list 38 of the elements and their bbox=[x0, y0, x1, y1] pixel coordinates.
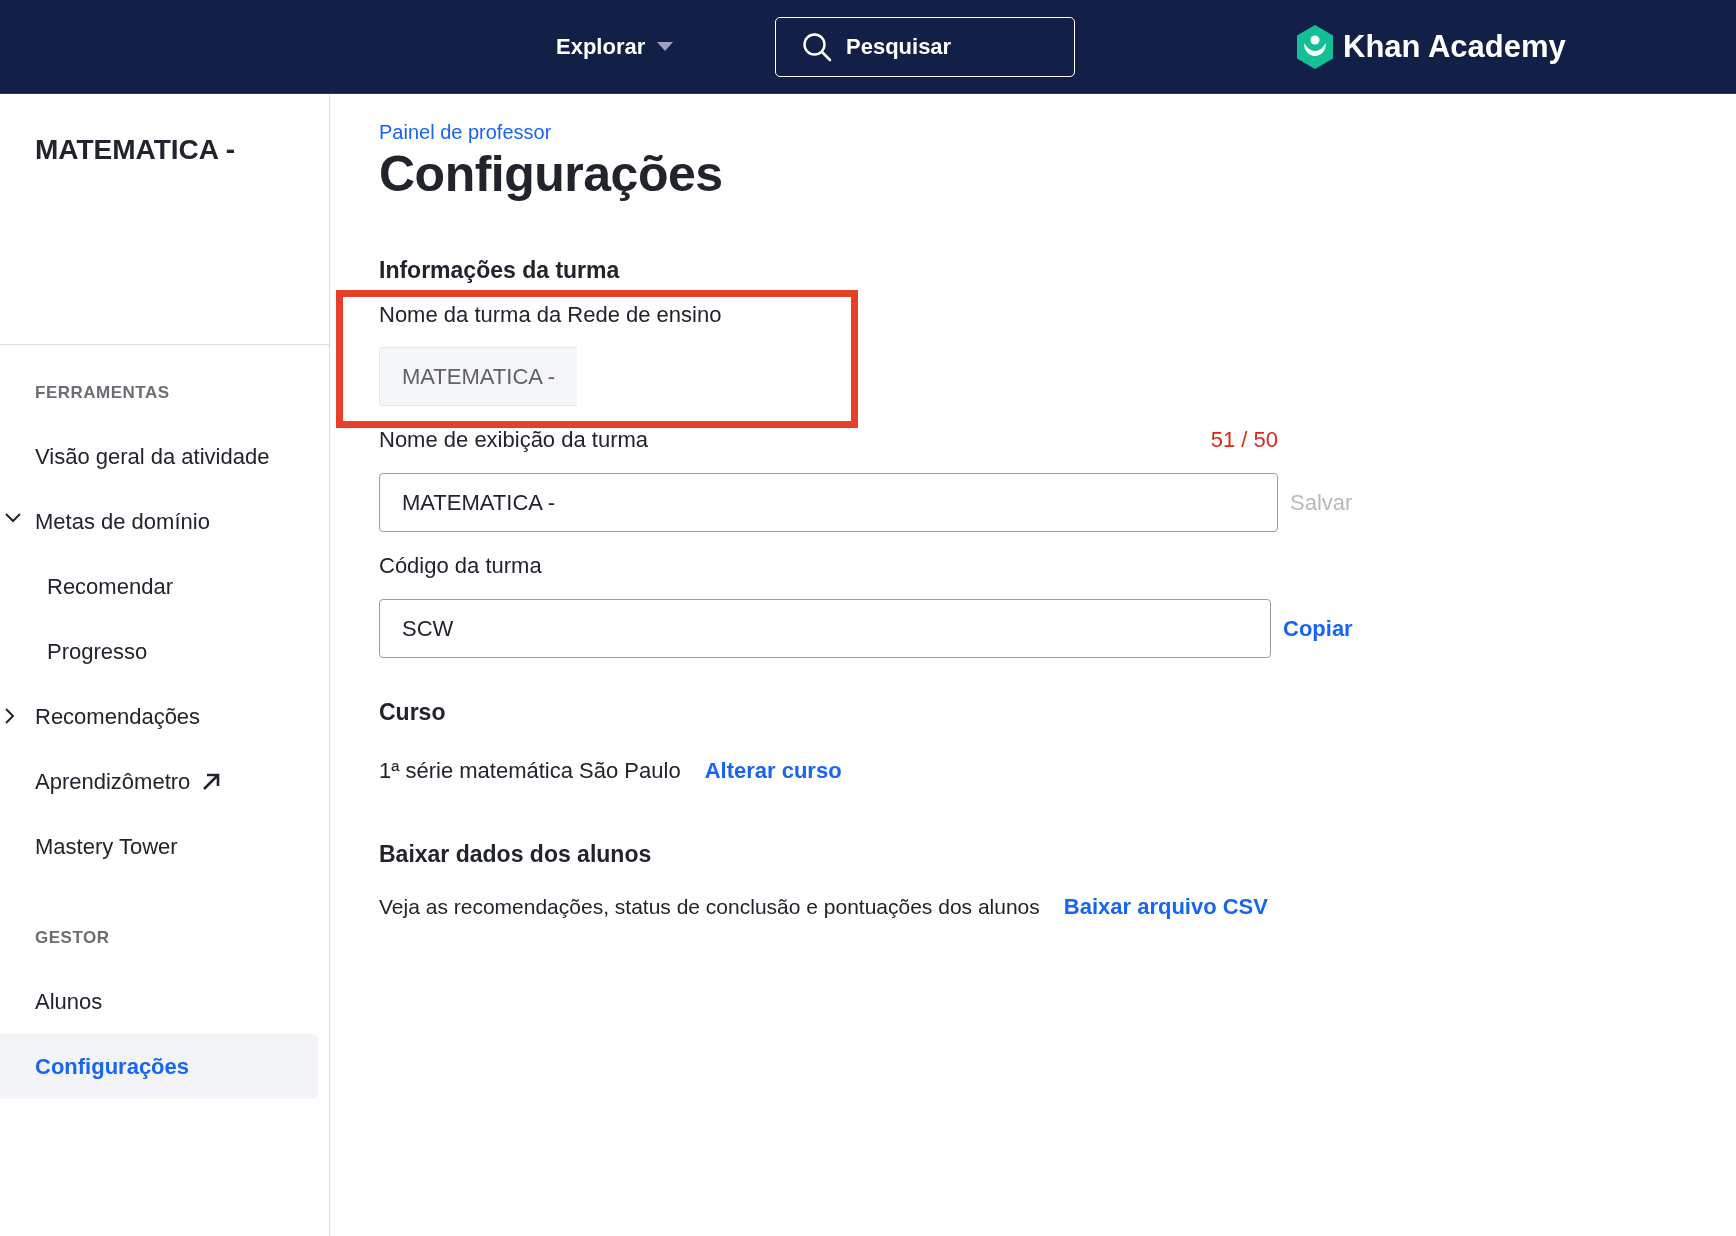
logo[interactable]: Khan Academy bbox=[1295, 24, 1566, 69]
section-description: Veja as recomendações, status de conclusão e pontuações dos alunos bbox=[379, 894, 1040, 920]
download-csv-link[interactable]: Baixar arquivo CSV bbox=[1063, 894, 1268, 920]
breadcrumb-link[interactable]: Painel de professor bbox=[379, 120, 552, 144]
field-label: Nome da turma da Rede de ensino bbox=[379, 302, 722, 328]
change-course-link[interactable]: Alterar curso bbox=[704, 758, 842, 784]
sidebar-subitem[interactable]: Recomendar bbox=[0, 554, 318, 619]
input-field[interactable]: SCW bbox=[379, 599, 1271, 658]
caret-down-icon bbox=[657, 42, 674, 51]
character-counter: 51 / 50 bbox=[1210, 427, 1278, 453]
search-field[interactable]: Pesquisar bbox=[775, 16, 1075, 77]
sidebar-item[interactable]: Configurações bbox=[0, 1034, 318, 1099]
section-heading: FERRAMENTAS bbox=[35, 383, 171, 403]
sidebar-subitem[interactable]: Progresso bbox=[0, 619, 318, 684]
copy-button[interactable]: Copiar bbox=[1283, 615, 1353, 642]
explore-menu-button[interactable]: Explorar bbox=[556, 33, 775, 60]
field-label: Código da turma bbox=[379, 553, 542, 579]
sidebar-item[interactable]: Visão geral da atividade bbox=[0, 424, 318, 489]
field-label: Nome de exibição da turma bbox=[379, 427, 649, 453]
section-heading: Curso bbox=[379, 698, 446, 726]
sidebar-item[interactable]: Aprendizômetro bbox=[0, 749, 318, 814]
section-heading: Baixar dados dos alunos bbox=[379, 840, 652, 868]
leaf-hexagon-icon bbox=[1295, 24, 1335, 69]
sidebar-item[interactable]: Alunos bbox=[0, 969, 318, 1034]
sidebar-item[interactable]: Recomendações bbox=[0, 684, 318, 749]
sidebar-item[interactable]: Metas de domínio bbox=[0, 489, 318, 554]
section-heading: Informações da turma bbox=[379, 256, 620, 284]
external-arrow-icon bbox=[202, 772, 221, 791]
input-field: MATEMATICA - bbox=[379, 347, 578, 406]
input-field[interactable]: MATEMATICA - bbox=[379, 473, 1278, 532]
chevron-right-icon bbox=[5, 708, 15, 724]
sidebar-item[interactable]: Mastery Tower bbox=[0, 814, 318, 879]
course-name: 1ª série matemática São Paulo bbox=[379, 758, 681, 784]
section-heading: GESTOR bbox=[35, 928, 111, 948]
search-icon bbox=[802, 31, 832, 62]
page-title: Configurações bbox=[379, 146, 724, 203]
class-title: MATEMATICA - bbox=[35, 133, 237, 167]
chevron-down-icon bbox=[5, 513, 21, 523]
